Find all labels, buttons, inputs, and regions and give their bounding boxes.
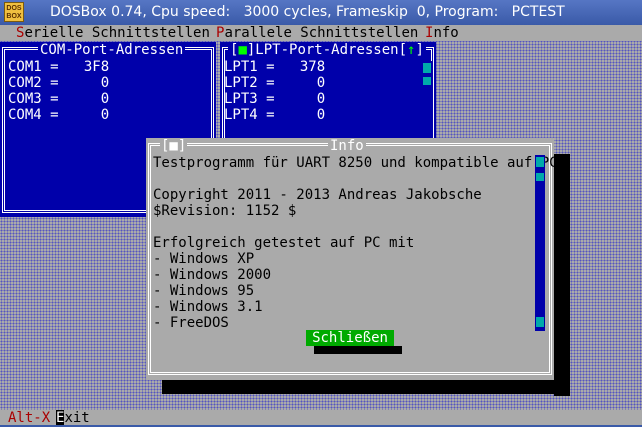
bracket-right: ] (415, 42, 424, 58)
menu-bar: Serielle Schnittstellen Parallele Schnit… (0, 25, 642, 41)
dos-desktop: Serielle Schnittstellen Parallele Schnit… (0, 25, 642, 425)
exit-command[interactable]: Exit (56, 410, 90, 425)
com1-address: COM1 = 3F8 (8, 59, 110, 75)
info-line: Erfolgreich getestet auf PC mit (153, 235, 415, 251)
info-line: - Windows 2000 (153, 267, 272, 283)
menu-label: erielle Schnittstellen (24, 25, 210, 41)
info-line: - Windows 95 (153, 283, 255, 299)
lpt1-address: LPT1 = 378 (224, 59, 326, 75)
info-dialog-shadow-right (554, 154, 570, 396)
exit-shortcut-key[interactable]: Alt-X (8, 410, 50, 425)
info-scrollbar[interactable] (535, 155, 545, 331)
menu-label: arallele Schnittstellen (224, 25, 419, 41)
lpt3-address: LPT3 = 0 (224, 91, 326, 107)
scroll-thumb[interactable] (536, 173, 544, 181)
close-icon[interactable]: ■ (238, 42, 246, 58)
scroll-up-arrow-icon[interactable] (423, 63, 431, 73)
com2-address: COM2 = 0 (8, 75, 110, 91)
status-bar: Alt-X Exit (0, 410, 642, 425)
lpt-window-title: [■]LPT-Port-Adressen[↑] (228, 42, 426, 58)
menu-info[interactable]: Info (425, 25, 459, 41)
window-title: DOSBox 0.74, Cpu speed: 3000 cycles, Fra… (50, 4, 565, 20)
dosbox-app-icon[interactable]: DOS BOX (4, 2, 24, 22)
info-line: - FreeDOS (153, 315, 229, 331)
menu-label: nfo (433, 25, 459, 41)
info-line: - Windows 3.1 (153, 299, 263, 315)
info-dialog-shadow-bottom (162, 380, 570, 394)
schliessen-button[interactable]: Schließen (306, 330, 394, 346)
close-button-shadow (314, 346, 402, 354)
com3-address: COM3 = 0 (8, 91, 110, 107)
lpt4-address: LPT4 = 0 (224, 107, 326, 123)
info-line: Copyright 2011 - 2013 Andreas Jakobsche (153, 187, 482, 203)
info-line: Testprogramm für UART 8250 und kompatibl… (153, 155, 558, 171)
menu-parallele-schnittstellen[interactable]: Parallele Schnittstellen (216, 25, 418, 41)
info-dialog-title: Info (328, 138, 366, 154)
com-window-title: COM-Port-Adressen (38, 42, 186, 58)
window-title-bar[interactable]: DOS BOX DOSBox 0.74, Cpu speed: 3000 cyc… (0, 0, 642, 26)
info-line: - Windows XP (153, 251, 255, 267)
info-line: $Revision: 1152 $ (153, 203, 297, 219)
info-dialog[interactable]: [■] Info Testprogramm für UART 8250 und … (146, 138, 558, 380)
lpt-title-text: ]LPT-Port-Adressen[ (246, 42, 408, 58)
com4-address: COM4 = 0 (8, 107, 110, 123)
menu-serielle-schnittstellen[interactable]: Serielle Schnittstellen (16, 25, 210, 41)
scroll-thumb[interactable] (423, 77, 431, 85)
info-close-box[interactable]: [■] (160, 138, 188, 154)
scroll-down-arrow-icon[interactable] (536, 317, 544, 327)
lpt2-address: LPT2 = 0 (224, 75, 326, 91)
scroll-up-arrow-icon[interactable] (536, 157, 544, 167)
exit-label: xit (64, 410, 90, 425)
